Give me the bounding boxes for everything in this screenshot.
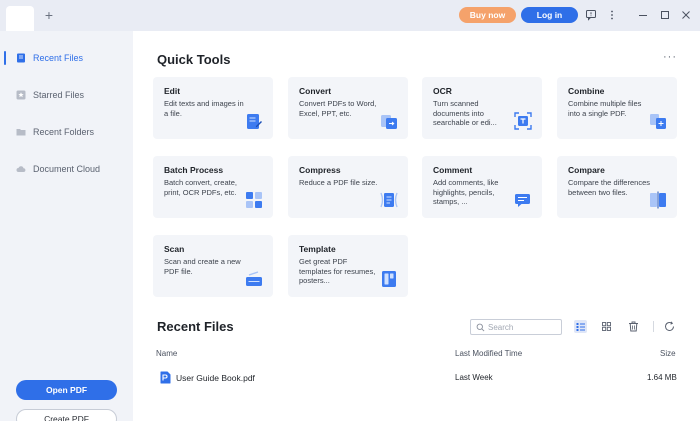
tool-title: Convert <box>299 86 332 96</box>
tool-card-ocr[interactable]: OCR Turn scanned documents into searchab… <box>422 77 542 139</box>
tool-card-compare[interactable]: Compare Compare the differences between … <box>557 156 677 218</box>
title-bar: + Buy now Log in <box>0 0 700 31</box>
pdf-file-icon <box>160 371 171 384</box>
tool-card-scan[interactable]: Scan Scan and create a new PDF file. <box>153 235 273 297</box>
tool-description: Reduce a PDF file size. <box>299 178 378 187</box>
tool-description: Add comments, like highlights, pencils, … <box>433 178 499 206</box>
buy-now-button[interactable]: Buy now <box>459 7 516 23</box>
list-view-icon[interactable] <box>574 320 587 333</box>
ocr-icon <box>514 112 532 130</box>
file-size: 1.64 MB <box>647 373 677 382</box>
tool-title: Compress <box>299 165 341 175</box>
search-input[interactable] <box>488 321 558 333</box>
tool-card-template[interactable]: Template Get great PDF templates for res… <box>288 235 408 297</box>
scan-icon <box>246 271 262 286</box>
login-button[interactable]: Log in <box>521 7 578 23</box>
minimize-icon[interactable] <box>637 9 649 21</box>
maximize-icon[interactable] <box>659 9 671 21</box>
cloud-icon <box>16 166 26 172</box>
convert-icon <box>381 115 397 129</box>
star-icon <box>16 90 26 100</box>
sidebar-item-label: Document Cloud <box>33 164 101 174</box>
tool-card-comment[interactable]: Comment Add comments, like highlights, p… <box>422 156 542 218</box>
tool-description: Convert PDFs to Word, Excel, PPT, etc. <box>299 99 377 118</box>
column-header-modified[interactable]: Last Modified Time <box>455 349 522 358</box>
toolbar-divider <box>653 321 654 332</box>
tool-card-compress[interactable]: Compress Reduce a PDF file size. <box>288 156 408 218</box>
more-options-icon[interactable]: ··· <box>663 51 677 63</box>
tool-card-batch-process[interactable]: Batch Process Batch convert, create, pri… <box>153 156 273 218</box>
tool-description: Combine multiple files into a single PDF… <box>568 99 642 118</box>
recent-icon <box>17 53 25 63</box>
tool-description: Edit texts and images in a file. <box>164 99 244 118</box>
tool-description: Scan and create a new PDF file. <box>164 257 241 276</box>
tool-title: Template <box>299 244 336 254</box>
compress-icon <box>380 192 398 208</box>
folder-icon <box>16 129 26 136</box>
tool-card-edit[interactable]: Edit Edit texts and images in a file. <box>153 77 273 139</box>
tool-description: Compare the differences between two file… <box>568 178 650 197</box>
grid-view-icon[interactable] <box>600 320 613 333</box>
refresh-icon[interactable] <box>663 320 676 333</box>
quick-tools-title: Quick Tools <box>157 52 231 67</box>
recent-files-title: Recent Files <box>157 319 234 334</box>
sidebar-item-label: Recent Files <box>33 53 84 63</box>
close-icon[interactable] <box>680 9 692 21</box>
tool-card-combine[interactable]: Combine Combine multiple files into a si… <box>557 77 677 139</box>
tool-card-convert[interactable]: Convert Convert PDFs to Word, Excel, PPT… <box>288 77 408 139</box>
tool-title: OCR <box>433 86 452 96</box>
sidebar-item-document-cloud[interactable]: Document Cloud <box>0 158 133 180</box>
comment-icon <box>515 194 530 207</box>
file-modified-time: Last Week <box>455 373 493 382</box>
tool-description: Turn scanned documents into searchable o… <box>433 99 497 127</box>
search-box[interactable] <box>470 319 562 335</box>
sidebar-item-starred-files[interactable]: Starred Files <box>0 84 133 106</box>
sidebar-item-label: Recent Folders <box>33 127 95 137</box>
tool-title: Edit <box>164 86 181 96</box>
tool-title: Batch Process <box>164 165 224 175</box>
tool-description: Get great PDF templates for resumes, pos… <box>299 257 376 285</box>
open-pdf-button[interactable]: Open PDF <box>16 380 117 400</box>
tool-description: Batch convert, create, print, OCR PDFs, … <box>164 178 237 197</box>
compare-icon <box>650 191 666 209</box>
new-tab-icon[interactable]: + <box>43 8 55 22</box>
column-header-name[interactable]: Name <box>156 349 177 358</box>
tool-title: Compare <box>568 165 605 175</box>
batch-icon <box>246 192 262 208</box>
feedback-icon[interactable] <box>585 9 597 21</box>
sidebar-item-recent-folders[interactable]: Recent Folders <box>0 121 133 143</box>
template-icon <box>382 271 396 287</box>
tool-title: Scan <box>164 244 185 254</box>
menu-kebab-icon[interactable] <box>606 9 618 21</box>
delete-icon[interactable] <box>627 320 640 333</box>
file-name[interactable]: User Guide Book.pdf <box>176 373 255 383</box>
tool-title: Combine <box>568 86 605 96</box>
sidebar-item-label: Starred Files <box>33 90 85 100</box>
document-tab[interactable] <box>6 6 34 31</box>
sidebar: Recent Files Starred Files Recent Folder… <box>0 31 133 421</box>
create-pdf-button[interactable]: Create PDF <box>16 409 117 421</box>
sidebar-item-recent-files[interactable]: Recent Files <box>0 47 133 69</box>
combine-icon <box>650 114 666 129</box>
search-icon <box>476 323 485 332</box>
column-header-size[interactable]: Size <box>660 349 676 358</box>
main-panel: Quick Tools ··· Edit Edit texts and imag… <box>133 31 700 421</box>
edit-icon <box>247 114 262 129</box>
tool-title: Comment <box>433 165 473 175</box>
